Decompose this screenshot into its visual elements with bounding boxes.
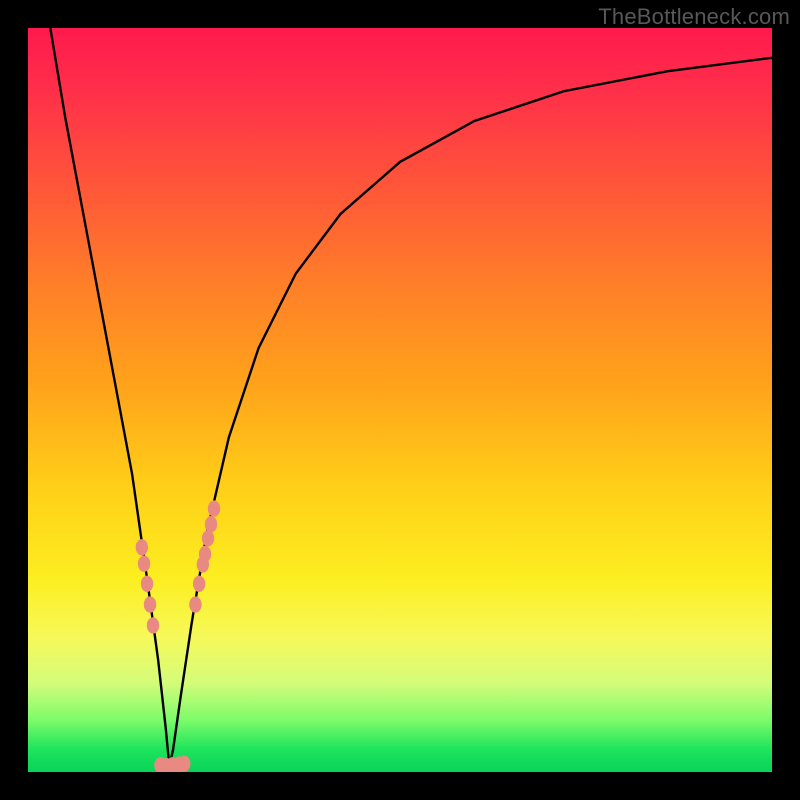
- data-point-marker: [147, 617, 159, 633]
- data-point-marker: [205, 516, 217, 532]
- data-point-marker: [193, 576, 205, 592]
- chart-frame: TheBottleneck.com: [0, 0, 800, 800]
- data-point-marker: [202, 530, 214, 546]
- watermark-text: TheBottleneck.com: [598, 4, 790, 30]
- data-point-marker: [189, 596, 201, 612]
- data-point-marker: [199, 546, 211, 562]
- marker-group: [136, 500, 221, 772]
- bottleneck-curve-path: [50, 28, 772, 766]
- data-point-marker: [178, 756, 190, 772]
- data-point-marker: [144, 596, 156, 612]
- data-point-marker: [208, 500, 220, 516]
- chart-svg: [28, 28, 772, 772]
- data-point-marker: [136, 539, 148, 555]
- data-point-marker: [141, 576, 153, 592]
- plot-area: [28, 28, 772, 772]
- data-point-marker: [138, 555, 150, 571]
